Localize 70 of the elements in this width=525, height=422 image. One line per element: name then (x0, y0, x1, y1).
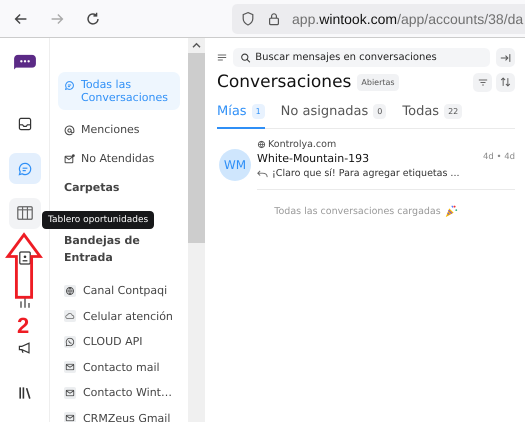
contact-card-icon (16, 250, 32, 266)
count-badge: 22 (444, 104, 462, 119)
inbox-name: Kontrolya.com (268, 139, 336, 150)
inbox-item[interactable]: CLOUD API (58, 329, 180, 354)
message-preview: ¡Claro que sí! Para agregar etiquetas ... (272, 168, 460, 179)
collapse-button[interactable] (496, 48, 515, 67)
arrow-to-line-icon (500, 52, 511, 62)
inbox-name: CLOUD API (83, 335, 142, 348)
section-heading: Carpetas (63, 180, 120, 196)
search-icon (240, 52, 252, 64)
party-popper-icon (444, 204, 458, 218)
count-badge: 1 (252, 104, 265, 119)
books-icon (16, 384, 32, 401)
menu-icon[interactable] (217, 53, 227, 62)
sort-icon (500, 77, 511, 87)
avatar: WM (219, 148, 251, 180)
chat-nav-button[interactable] (8, 153, 40, 184)
inbox-item[interactable]: Contacto Wint… (58, 380, 180, 406)
tooltip: Tablero oportunidades (42, 211, 154, 229)
annotation-number: 2 (17, 313, 30, 339)
inbox-name: Canal Contpaqi (83, 284, 168, 298)
lock-icon (266, 10, 282, 26)
chat-icon (64, 80, 75, 91)
inbox-item[interactable]: Canal Contpaqi (58, 278, 180, 304)
inbox-name: CRMZeus Gmail (83, 412, 170, 422)
mail-icon (64, 386, 76, 399)
inbox-name: Contacto Wint… (83, 386, 172, 400)
end-note: Todas las conversaciones cargadas (274, 206, 441, 216)
web-icon (64, 284, 76, 297)
inbox-icon (16, 116, 32, 132)
sidebar-item[interactable]: Menciones (58, 119, 180, 140)
timestamp: 4d • 4d (482, 152, 515, 164)
board-nav-button[interactable] (8, 198, 40, 229)
address-bar[interactable]: app.wintook.com/app/accounts/38/da (232, 4, 525, 34)
scrollbar-thumb[interactable] (188, 53, 205, 243)
annotation-arrow (5, 231, 43, 301)
at-icon (64, 125, 75, 136)
whatsapp-icon (64, 336, 76, 348)
url-text: app.wintook.com/app/accounts/38/da (292, 10, 524, 26)
board-icon (16, 204, 34, 222)
page-title: Conversaciones (217, 72, 352, 92)
tab[interactable]: Todas 22 (402, 104, 462, 129)
globe-icon (257, 140, 266, 149)
megaphone-icon (16, 340, 32, 356)
chat-icon (16, 160, 32, 177)
filter-icon (478, 78, 488, 86)
mail-icon (64, 361, 76, 374)
inbox-item[interactable]: Celular atención (58, 304, 180, 329)
conversation-item[interactable]: WM Kontrolya.com White-Mountain-193 4d • 4d ¡Claro que sí! Para agregar etiquetas ... (217, 129, 515, 198)
inbox-name: Celular atención (83, 310, 173, 323)
inbox-item[interactable]: CRMZeus Gmail (58, 406, 180, 422)
contact-name: White-Mountain-193 (257, 152, 370, 165)
filter-button[interactable] (473, 72, 492, 92)
logo-icon[interactable] (12, 54, 36, 70)
reply-icon (257, 170, 268, 178)
shield-icon[interactable] (240, 10, 256, 26)
mail-icon (64, 154, 75, 165)
count-badge: 0 (373, 104, 386, 119)
mail-icon (64, 412, 76, 422)
inbox-item[interactable]: Contacto mail (58, 354, 180, 380)
scroll-up-icon[interactable] (192, 42, 201, 49)
tab[interactable]: No asignadas 0 (280, 104, 386, 129)
status-badge[interactable]: Abiertas (357, 74, 399, 90)
sidebar-item[interactable]: No Atendidas (58, 148, 180, 169)
search-field[interactable]: Buscar mensajes en conversaciones (233, 48, 490, 67)
section-heading: Bandejas de Entrada (63, 233, 141, 266)
cloud-icon (64, 310, 76, 322)
scrollbar[interactable] (188, 38, 205, 422)
sort-button[interactable] (496, 72, 515, 92)
inbox-name: Contacto mail (83, 360, 160, 374)
